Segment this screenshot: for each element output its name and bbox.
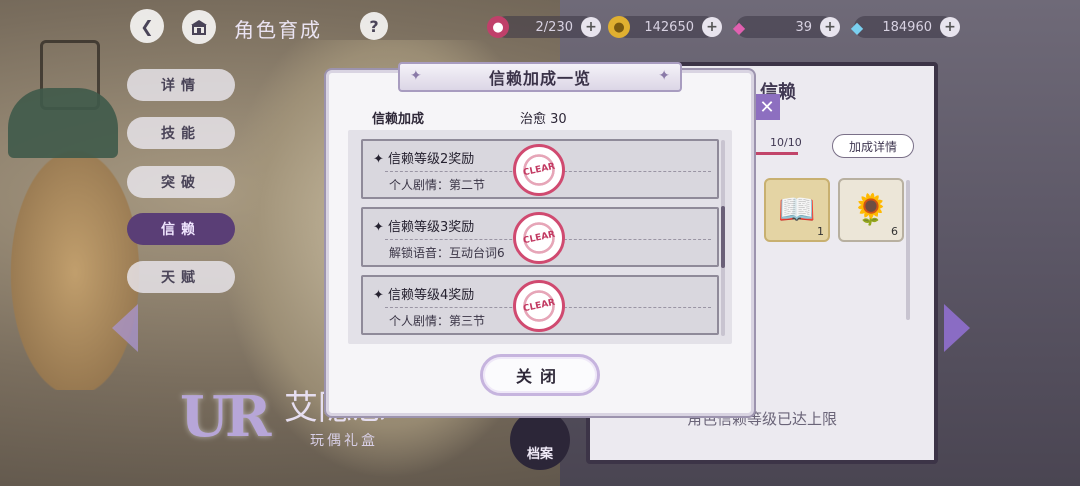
reward-title: ✦ 信赖等级4奖励	[373, 288, 475, 303]
bonus-value: 治愈 30	[520, 112, 567, 127]
scrollbar-thumb[interactable]	[721, 206, 725, 268]
clear-stamp-icon: CLEAR	[513, 280, 565, 332]
reward-row: ✦ 信赖等级4奖励 个人剧情：第三节 CLEAR	[361, 275, 719, 335]
close-button[interactable]: 关闭	[480, 354, 600, 396]
reward-list-scrollbar[interactable]	[721, 140, 725, 336]
bonus-label: 信赖加成	[372, 112, 425, 127]
reward-desc: 解锁语音：互动台词6	[389, 246, 505, 260]
sparkle-icon: ✦	[658, 68, 670, 84]
reward-title: ✦ 信赖等级3奖励	[373, 220, 475, 235]
modal-header: ✦ 信赖加成一览 ✦	[398, 62, 682, 92]
reward-row: ✦ 信赖等级2奖励 个人剧情：第二节 CLEAR	[361, 139, 719, 199]
clear-stamp-icon: CLEAR	[513, 144, 565, 196]
reward-desc: 个人剧情：第二节	[389, 178, 486, 192]
reward-title: ✦ 信赖等级2奖励	[373, 152, 475, 167]
reward-row: ✦ 信赖等级3奖励 解锁语音：互动台词6 CLEAR	[361, 207, 719, 267]
clear-stamp-icon: CLEAR	[513, 212, 565, 264]
reward-desc: 个人剧情：第三节	[389, 314, 486, 328]
sparkle-icon: ✦	[410, 68, 422, 84]
modal-title: 信赖加成一览	[488, 69, 591, 88]
